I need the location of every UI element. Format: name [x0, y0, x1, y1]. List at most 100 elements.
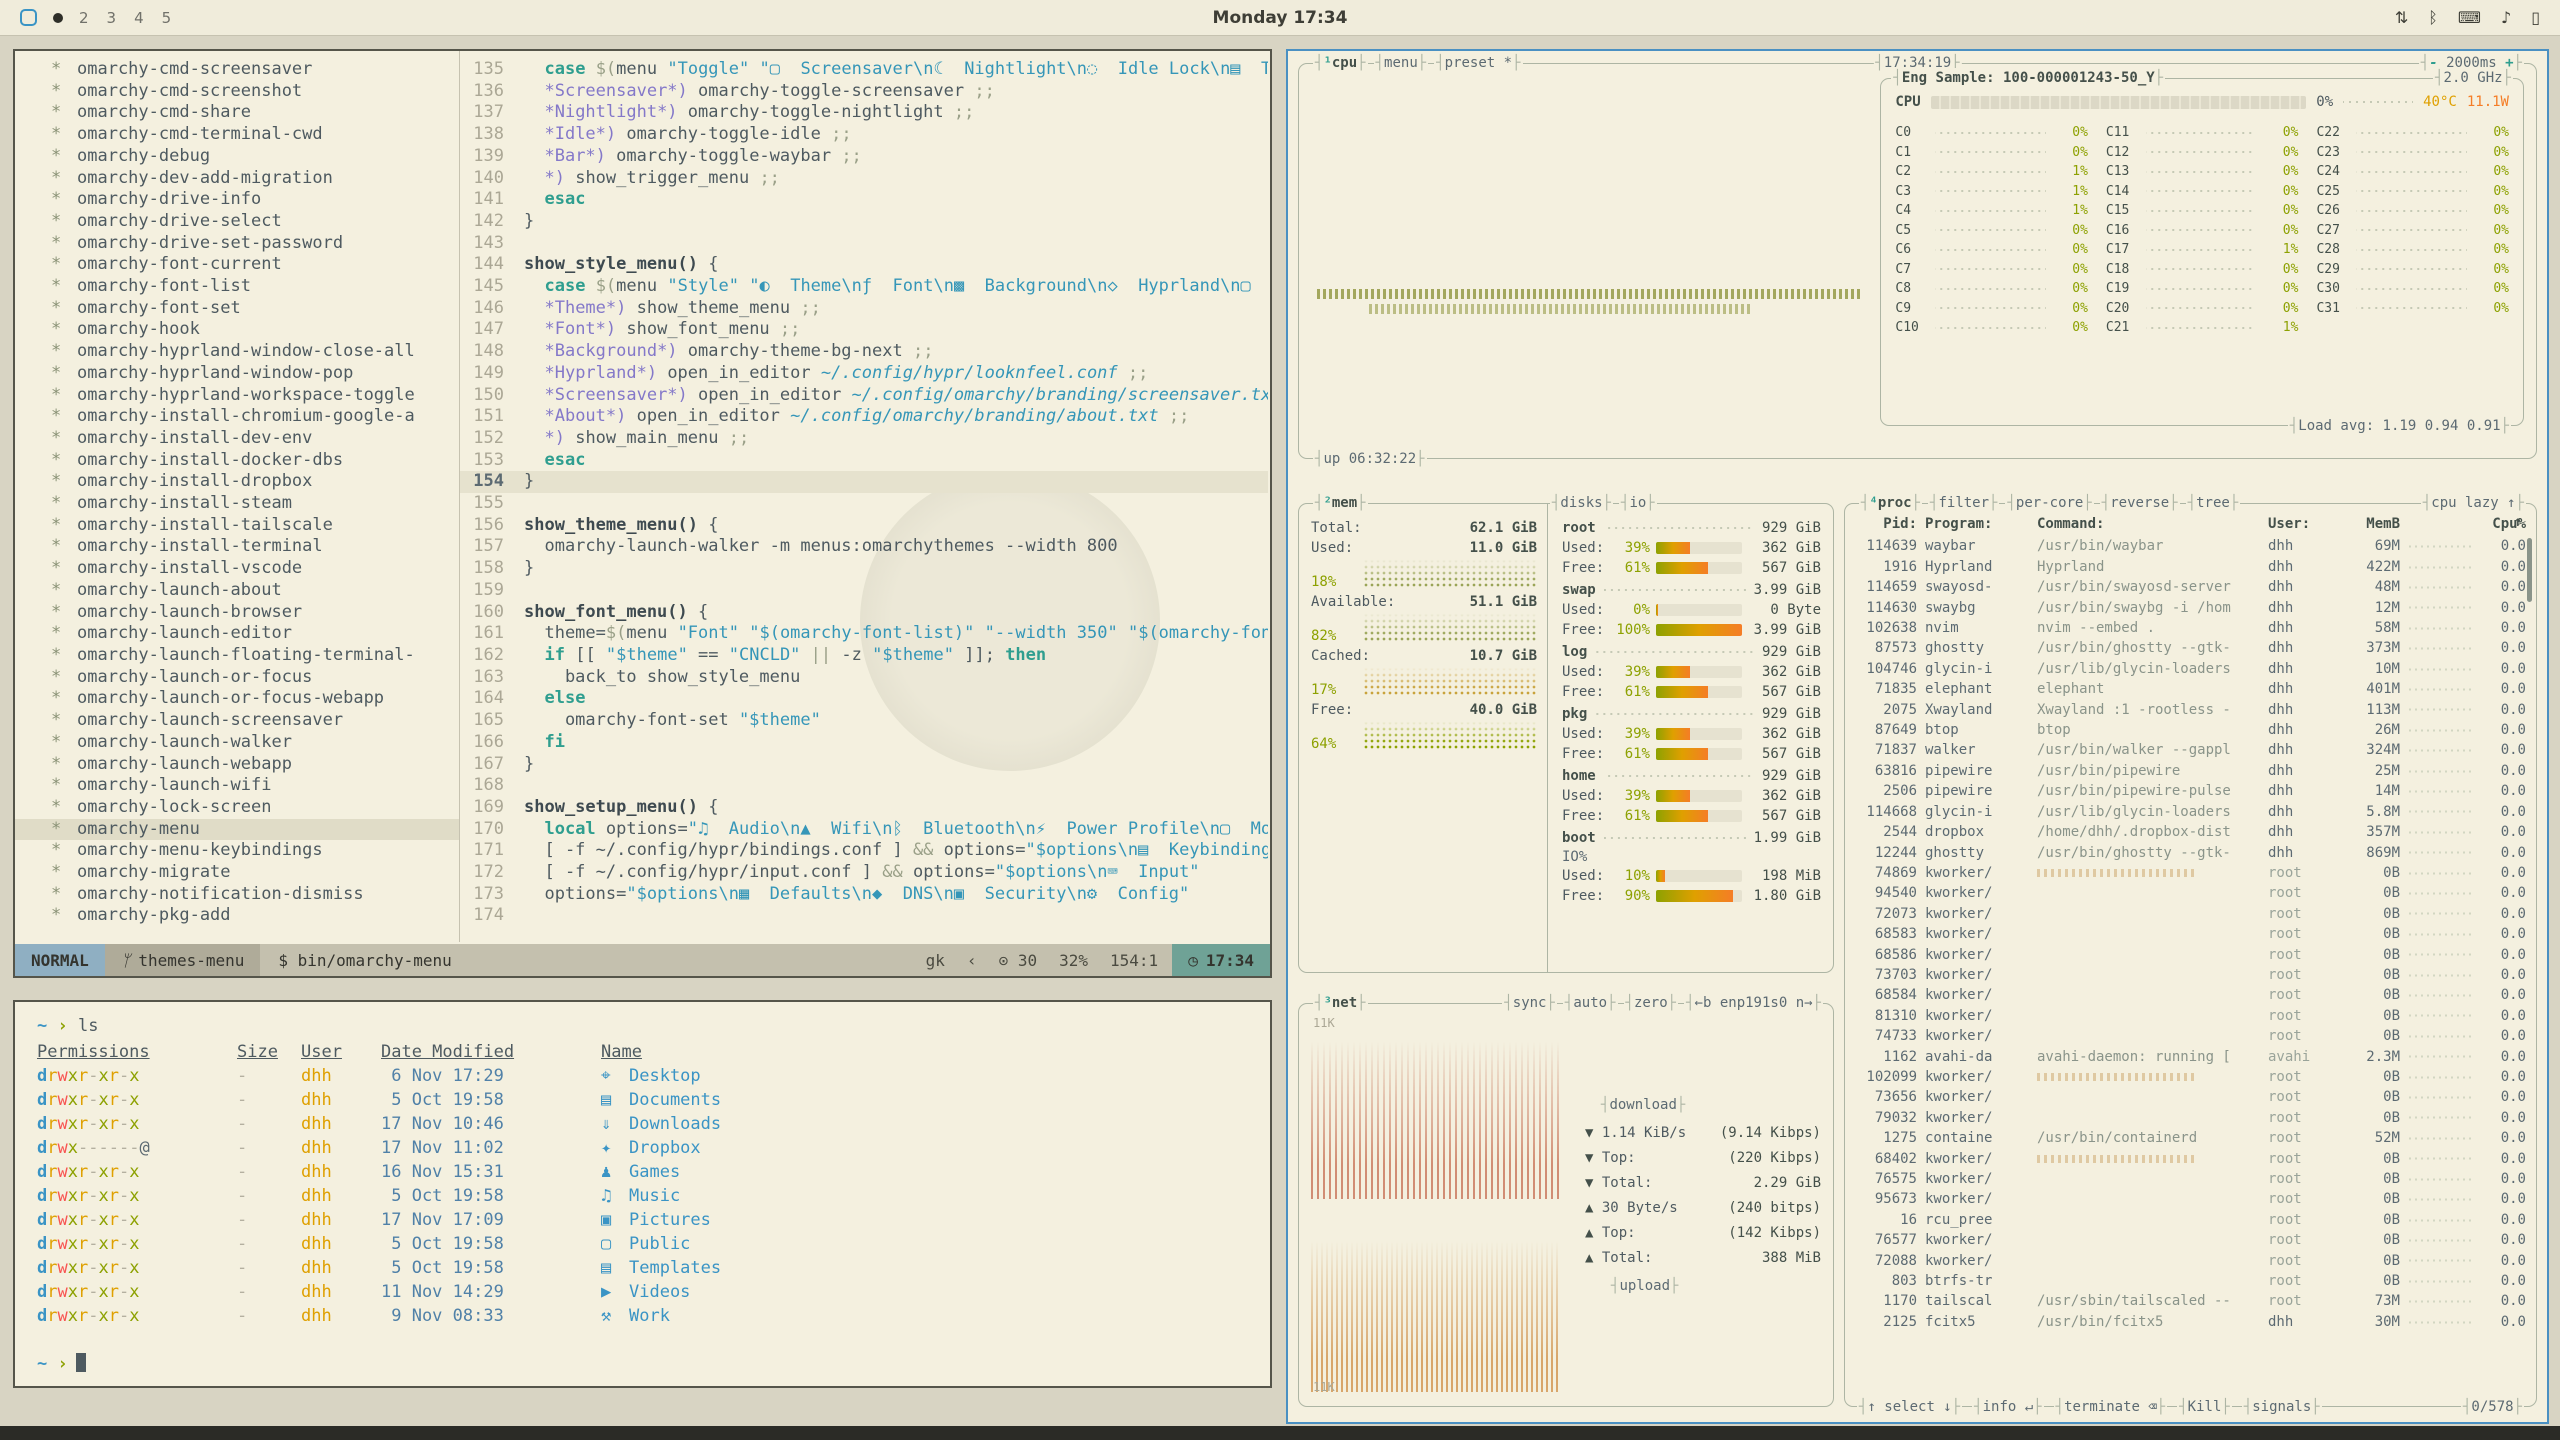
code-line[interactable]: 139 *Bar*) omarchy-toggle-waybar ;; — [460, 146, 1268, 168]
code-line[interactable]: 143 — [460, 233, 1268, 255]
file-item[interactable]: *omarchy-launch-webapp — [15, 754, 459, 776]
code-line[interactable]: 169show_setup_menu() { — [460, 797, 1268, 819]
process-row[interactable]: 114639waybar/usr/bin/waybardhh69M0.0 — [1855, 536, 2526, 556]
sync-button[interactable]: sync — [1502, 993, 1557, 1013]
folder-name[interactable]: ▤Templates — [601, 1256, 1248, 1280]
process-row[interactable]: 803btrfs-trroot0B0.0 — [1855, 1271, 2526, 1291]
process-row[interactable]: 102638nvimnvim --embed .dhh58M0.0 — [1855, 618, 2526, 638]
file-item[interactable]: *omarchy-pkg-add — [15, 905, 459, 927]
file-item[interactable]: *omarchy-menu-keybindings — [15, 840, 459, 862]
per-core-button[interactable]: per-core — [2005, 493, 2093, 513]
process-row[interactable]: 87649btopbtopdhh26M0.0 — [1855, 720, 2526, 740]
code-line[interactable]: 135 case $(menu "Toggle" "▢ Screensaver\… — [460, 59, 1268, 81]
disk-entry[interactable]: home929 GiBUsed:39%362 GiBFree:61%567 Gi… — [1562, 766, 1821, 826]
code-line[interactable]: 159 — [460, 580, 1268, 602]
process-row[interactable]: 94540kworker/root0B0.0 — [1855, 883, 2526, 903]
file-item[interactable]: *omarchy-debug — [15, 146, 459, 168]
process-row[interactable]: 2075XwaylandXwayland :1 -rootless -dhh11… — [1855, 700, 2526, 720]
code-line[interactable]: 172 [ -f ~/.config/hypr/input.conf ] && … — [460, 862, 1268, 884]
workspace-number[interactable]: 4 — [134, 9, 144, 27]
process-row[interactable]: 68584kworker/root0B0.0 — [1855, 985, 2526, 1005]
file-item[interactable]: *omarchy-hook — [15, 319, 459, 341]
file-item[interactable]: *omarchy-launch-wifi — [15, 775, 459, 797]
file-item[interactable]: *omarchy-launch-walker — [15, 732, 459, 754]
process-row[interactable]: 73656kworker/root0B0.0 — [1855, 1087, 2526, 1107]
process-row[interactable]: 1162avahi-daavahi-daemon: running [avahi… — [1855, 1047, 2526, 1067]
code-line[interactable]: 156show_theme_menu() { — [460, 515, 1268, 537]
workspace-active-dot[interactable] — [53, 13, 63, 23]
zero-button[interactable]: zero — [1624, 993, 1679, 1013]
process-row[interactable]: 72073kworker/root0B0.0 — [1855, 904, 2526, 924]
folder-name[interactable]: ▢Public — [601, 1232, 1248, 1256]
file-item[interactable]: *omarchy-notification-dismiss — [15, 884, 459, 906]
updates-icon[interactable]: ⇅ — [2395, 8, 2408, 27]
code-line[interactable]: 144show_style_menu() { — [460, 254, 1268, 276]
disk-entry[interactable]: swap3.99 GiBUsed:0%0 ByteFree:100%3.99 G… — [1562, 580, 1821, 640]
interface-selector[interactable]: ←b enp191s0 n→ — [1684, 993, 1823, 1013]
workspace-number[interactable]: 2 — [79, 9, 89, 27]
file-item[interactable]: *omarchy-launch-about — [15, 580, 459, 602]
file-item[interactable]: *omarchy-cmd-screensaver — [15, 59, 459, 81]
folder-name[interactable]: ⌖Desktop — [601, 1064, 1248, 1088]
code-line[interactable]: 163 back_to show_style_menu — [460, 667, 1268, 689]
process-row[interactable]: 73703kworker/root0B0.0 — [1855, 965, 2526, 985]
file-item[interactable]: *omarchy-install-steam — [15, 493, 459, 515]
process-row[interactable]: 2506pipewire/usr/bin/pipewire-pulsedhh14… — [1855, 781, 2526, 801]
process-row[interactable]: 114668glycin-i/usr/lib/glycin-loadersdhh… — [1855, 802, 2526, 822]
file-item[interactable]: *omarchy-cmd-screenshot — [15, 81, 459, 103]
battery-icon[interactable]: ▯ — [2531, 8, 2540, 27]
process-row[interactable]: 68583kworker/root0B0.0 — [1855, 924, 2526, 944]
net-box-title[interactable]: ³net — [1313, 993, 1368, 1013]
code-line[interactable]: 142} — [460, 211, 1268, 233]
code-line[interactable]: 170 local options="♫ Audio\n▲ Wifi\nᛒ Bl… — [460, 819, 1268, 841]
file-item[interactable]: *omarchy-dev-add-migration — [15, 168, 459, 190]
code-line[interactable]: 146 *Theme*) show_theme_menu ;; — [460, 298, 1268, 320]
filter-button[interactable]: filter — [1928, 493, 1999, 513]
file-item[interactable]: *omarchy-launch-screensaver — [15, 710, 459, 732]
git-branch[interactable]: ᛘ themes-menu — [105, 944, 261, 976]
folder-name[interactable]: ▶Videos — [601, 1280, 1248, 1304]
process-row[interactable]: 1275containe/usr/bin/containerdroot52M0.… — [1855, 1128, 2526, 1148]
file-item[interactable]: *omarchy-lock-screen — [15, 797, 459, 819]
file-item[interactable]: *omarchy-install-dev-env — [15, 428, 459, 450]
workspace-number[interactable]: 5 — [162, 9, 172, 27]
file-item[interactable]: *omarchy-drive-select — [15, 211, 459, 233]
process-row[interactable]: 76575kworker/root0B0.0 — [1855, 1169, 2526, 1189]
disk-entry[interactable]: boot1.99 GiBIO%Used:10%198 MiBFree:90%1.… — [1562, 828, 1821, 906]
process-row[interactable]: 63816pipewire/usr/bin/pipewiredhh25M0.0 — [1855, 761, 2526, 781]
file-item[interactable]: *omarchy-drive-info — [15, 189, 459, 211]
proc-scrollbar[interactable] — [2527, 538, 2532, 602]
file-item[interactable]: *omarchy-install-vscode — [15, 558, 459, 580]
process-row[interactable]: 16rcu_preeroot0B0.0 — [1855, 1210, 2526, 1230]
code-line[interactable]: 151 *About*) open_in_editor ~/.config/om… — [460, 406, 1268, 428]
code-line[interactable]: 155 — [460, 493, 1268, 515]
code-line[interactable]: 165 omarchy-font-set "$theme" — [460, 710, 1268, 732]
process-row[interactable]: 1916HyprlandHyprlanddhh422M0.0 — [1855, 557, 2526, 577]
folder-name[interactable]: ▣Pictures — [601, 1208, 1248, 1232]
sort-mode-button[interactable]: cpu lazy ↑ — [2421, 493, 2526, 513]
keyboard-icon[interactable]: ⌨ — [2458, 8, 2481, 27]
file-item[interactable]: *omarchy-install-terminal — [15, 536, 459, 558]
file-item[interactable]: *omarchy-font-list — [15, 276, 459, 298]
process-row[interactable]: 74869kworker/root0B0.0 — [1855, 863, 2526, 883]
code-line[interactable]: 141 esac — [460, 189, 1268, 211]
code-line[interactable]: 167} — [460, 754, 1268, 776]
file-item[interactable]: *omarchy-install-chromium-google-a — [15, 406, 459, 428]
workspace-number[interactable]: 3 — [107, 9, 117, 27]
process-row[interactable]: 2544dropbox/home/dhh/.dropbox-distdhh357… — [1855, 822, 2526, 842]
auto-button[interactable]: auto — [1563, 993, 1618, 1013]
file-item[interactable]: *omarchy-launch-editor — [15, 623, 459, 645]
file-item[interactable]: *omarchy-hyprland-window-close-all — [15, 341, 459, 363]
file-item[interactable]: *omarchy-launch-floating-terminal- — [15, 645, 459, 667]
upload-label[interactable]: upload — [1609, 1276, 1680, 1296]
folder-name[interactable]: ♫Music — [601, 1184, 1248, 1208]
mem-box-title[interactable]: ²mem — [1313, 493, 1368, 513]
process-row[interactable]: 72088kworker/root0B0.0 — [1855, 1251, 2526, 1271]
code-line[interactable]: 150 *Screensaver*) open_in_editor ~/.con… — [460, 385, 1268, 407]
file-item[interactable]: *omarchy-launch-or-focus — [15, 667, 459, 689]
code-line[interactable]: 171 [ -f ~/.config/hypr/bindings.conf ] … — [460, 840, 1268, 862]
code-line[interactable]: 174 — [460, 905, 1268, 927]
file-item[interactable]: *omarchy-menu — [15, 819, 459, 841]
disks-toggle[interactable]: disks — [1550, 493, 1613, 513]
code-line[interactable]: 140 *) show_trigger_menu ;; — [460, 168, 1268, 190]
